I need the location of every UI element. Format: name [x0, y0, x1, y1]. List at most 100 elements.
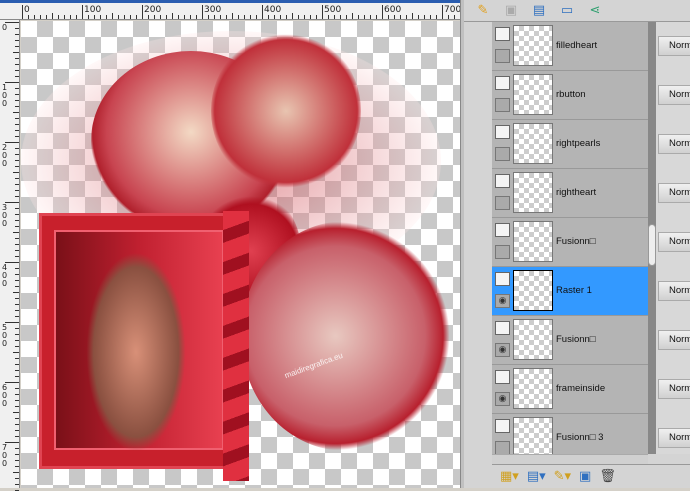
ruler-tick: [15, 46, 19, 47]
image-canvas[interactable]: maidiregrafica.eu: [21, 21, 460, 488]
ruler-tick: [268, 15, 269, 19]
eye-icon[interactable]: ◉: [495, 343, 510, 357]
layer-group-icon[interactable]: [495, 223, 510, 237]
blend-mode-dropdown[interactable]: Norm: [658, 428, 690, 448]
layer-group-icon[interactable]: [495, 419, 510, 433]
paint-brush-icon[interactable]: ✎: [474, 3, 492, 19]
blend-mode-dropdown[interactable]: Norm: [658, 330, 690, 350]
ruler-tick: [94, 15, 95, 19]
ruler-tick: [15, 166, 19, 167]
frame-inside: [54, 230, 224, 452]
layer-properties-icon[interactable]: ▤: [530, 3, 548, 19]
ruler-tick: [172, 13, 173, 19]
ruler-tick: [15, 358, 19, 359]
eye-icon[interactable]: ◉: [495, 392, 510, 406]
ruler-tick: [58, 15, 59, 19]
ruler-tick: [220, 15, 221, 19]
ruler-label: 300: [204, 5, 222, 15]
visibility-toggle[interactable]: [495, 98, 510, 112]
ruler-tick: [46, 15, 47, 19]
layers-bottom-toolbar: ▦▾ ▤▾ ✎▾ ▣ 🗑: [492, 464, 690, 488]
blend-mode-dropdown[interactable]: Norm: [658, 183, 690, 203]
layer-thumbnail: [513, 270, 553, 311]
photo-frame: [39, 213, 239, 469]
blend-mode-dropdown[interactable]: Norm: [658, 232, 690, 252]
ruler-label: 700: [2, 443, 8, 468]
ruler-tick: [40, 15, 41, 19]
ruler-tick: [15, 454, 19, 455]
ruler-tick: [15, 340, 19, 341]
ruler-tick: [82, 5, 83, 19]
layer-thumbnail: [513, 25, 553, 66]
scrollbar-thumb[interactable]: [648, 224, 656, 266]
layer-row[interactable]: ◉ Raster 1: [492, 267, 648, 316]
ruler-tick: [250, 15, 251, 19]
blend-mode-dropdown[interactable]: Norm: [658, 36, 690, 56]
layer-row[interactable]: ◉ frameinside: [492, 365, 648, 414]
layer-group-icon[interactable]: [495, 321, 510, 335]
ruler-tick: [15, 244, 19, 245]
ruler-tick: [15, 280, 19, 281]
visibility-toggle[interactable]: [495, 49, 510, 63]
layer-group-icon[interactable]: [495, 174, 510, 188]
ruler-tick: [430, 15, 431, 19]
visibility-toggle[interactable]: [495, 196, 510, 210]
trash-icon[interactable]: 🗑: [599, 469, 616, 484]
ruler-tick: [370, 15, 371, 19]
ruler-tick: [15, 424, 19, 425]
ruler-tick: [15, 328, 19, 329]
mask-icon[interactable]: ▣: [502, 3, 520, 19]
ruler-tick: [13, 472, 19, 473]
ruler-tick: [142, 5, 143, 19]
layer-group-icon[interactable]: [495, 27, 510, 41]
layer-row[interactable]: rbutton: [492, 71, 648, 120]
layer-row[interactable]: rightheart: [492, 169, 648, 218]
layer-list: filledheart rbutton rightpearls righthea…: [492, 22, 648, 454]
ruler-tick: [15, 304, 19, 305]
edit-selection-icon[interactable]: ▭: [558, 3, 576, 19]
layer-group-icon[interactable]: [495, 272, 510, 286]
new-layer-icon[interactable]: ▦▾: [500, 469, 519, 484]
ruler-tick: [15, 460, 19, 461]
layer-thumbnail: [513, 172, 553, 213]
heart-right-lobe: [211, 31, 361, 191]
ruler-tick: [316, 15, 317, 19]
layer-name: Fusionn□ 3: [556, 432, 604, 443]
man-figure: [86, 252, 186, 452]
ruler-tick: [15, 130, 19, 131]
layer-group-icon[interactable]: [495, 76, 510, 90]
ruler-tick: [208, 15, 209, 19]
layer-row[interactable]: ◉ Fusionn□: [492, 316, 648, 365]
ruler-tick: [13, 292, 19, 293]
blend-mode-dropdown[interactable]: Norm: [658, 281, 690, 301]
layer-row[interactable]: filledheart: [492, 22, 648, 71]
paint-brush-icon[interactable]: ✎▾: [554, 469, 571, 484]
layer-row[interactable]: rightpearls: [492, 120, 648, 169]
ruler-tick: [148, 15, 149, 19]
share-icon[interactable]: ⋖: [586, 3, 604, 19]
ruler-tick: [454, 15, 455, 19]
blend-mode-dropdown[interactable]: Norm: [658, 379, 690, 399]
ruler-tick: [15, 370, 19, 371]
merge-icon[interactable]: ▣: [579, 469, 591, 484]
ruler-tick: [15, 448, 19, 449]
layer-name: rightheart: [556, 187, 597, 198]
eye-icon[interactable]: ◉: [495, 294, 510, 308]
ruler-tick: [184, 15, 185, 19]
visibility-toggle[interactable]: [495, 441, 510, 454]
ruler-tick: [15, 400, 19, 401]
layer-row[interactable]: Fusionn□ 3: [492, 414, 648, 454]
visibility-toggle[interactable]: [495, 245, 510, 259]
visibility-toggle[interactable]: [495, 147, 510, 161]
horizontal-scrollbar[interactable]: [492, 454, 648, 464]
layer-row[interactable]: Fusionn□: [492, 218, 648, 267]
ruler-tick: [442, 5, 443, 19]
layers-panel: ✎ ▣ ▤ ▭ ⋖ filledheart rbutton rightpearl…: [464, 0, 690, 488]
blend-mode-dropdown[interactable]: Norm: [658, 85, 690, 105]
layer-group-icon[interactable]: [495, 370, 510, 384]
ruler-label: 100: [2, 83, 8, 108]
blend-mode-dropdown[interactable]: Norm: [658, 134, 690, 154]
new-mask-icon[interactable]: ▤▾: [527, 469, 546, 484]
layer-group-icon[interactable]: [495, 125, 510, 139]
ruler-label: 0: [24, 5, 30, 15]
